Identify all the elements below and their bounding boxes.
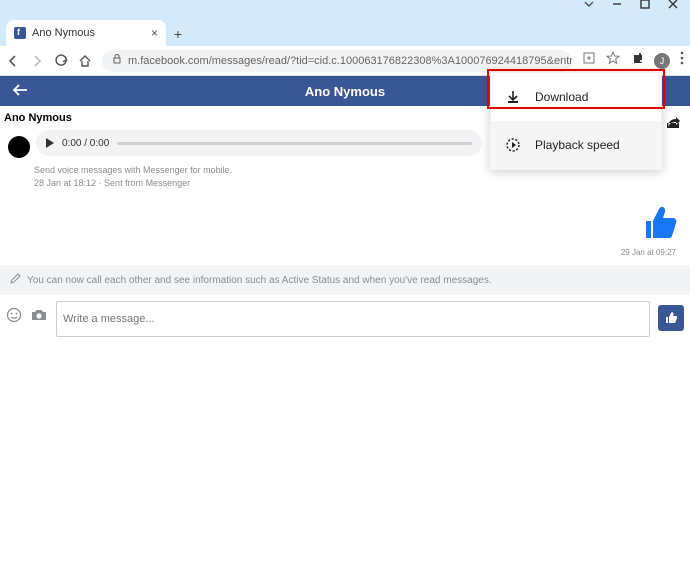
- share-install-icon[interactable]: [582, 51, 596, 70]
- menu-label: Download: [535, 90, 588, 104]
- send-like-button[interactable]: [658, 305, 684, 331]
- menu-item-download[interactable]: Download: [491, 73, 661, 121]
- close-icon[interactable]: [668, 0, 678, 9]
- like-thumb-icon[interactable]: [640, 203, 680, 248]
- share-icon[interactable]: [666, 116, 682, 135]
- camera-icon[interactable]: [30, 307, 48, 323]
- facebook-favicon-icon: [14, 27, 26, 39]
- system-info-banner: You can now call each other and see info…: [0, 265, 690, 295]
- audio-time: 0:00 / 0:00: [62, 138, 109, 149]
- speed-icon: [505, 137, 521, 153]
- maximize-icon[interactable]: [640, 0, 650, 9]
- menu-label: Playback speed: [535, 138, 620, 152]
- sender-avatar[interactable]: [8, 136, 30, 158]
- tab-title: Ano Nymous: [32, 27, 95, 39]
- tab-close-icon[interactable]: ×: [151, 26, 158, 40]
- new-tab-button[interactable]: +: [166, 26, 190, 46]
- play-icon[interactable]: [46, 138, 54, 148]
- url-text: m.facebook.com/messages/read/?tid=cid.c.…: [128, 55, 572, 67]
- meta-line-2: 28 Jan at 18:12 · Sent from Messenger: [34, 177, 690, 190]
- like-area: 29 Jan at 09:27: [0, 189, 690, 259]
- addr-right-icons: J: [582, 51, 684, 70]
- lock-icon: [112, 54, 122, 67]
- emoji-icon[interactable]: [6, 307, 22, 323]
- url-field[interactable]: m.facebook.com/messages/read/?tid=cid.c.…: [102, 50, 572, 72]
- like-timestamp: 29 Jan at 09:27: [0, 248, 680, 257]
- home-icon[interactable]: [78, 54, 92, 68]
- tab-bar: Ano Nymous × +: [0, 18, 690, 46]
- fb-back-icon[interactable]: [12, 83, 28, 100]
- fb-header-title: Ano Nymous: [305, 84, 385, 99]
- system-info-text: You can now call each other and see info…: [27, 275, 492, 286]
- message-input[interactable]: [56, 301, 650, 337]
- browser-tab[interactable]: Ano Nymous ×: [6, 20, 166, 46]
- forward-icon[interactable]: [30, 54, 44, 68]
- pencil-icon: [10, 273, 21, 287]
- profile-avatar-icon[interactable]: J: [654, 53, 670, 69]
- audio-track[interactable]: [117, 142, 472, 145]
- minimize-icon[interactable]: [612, 0, 622, 9]
- menu-item-playback-speed[interactable]: Playback speed: [491, 121, 661, 169]
- window-controls: [0, 0, 690, 18]
- kebab-menu-icon[interactable]: [680, 51, 684, 70]
- composer: [0, 295, 690, 343]
- back-icon[interactable]: [6, 54, 20, 68]
- audio-context-menu: Download Playback speed: [490, 72, 662, 170]
- chevron-down-icon[interactable]: [584, 0, 594, 9]
- star-icon[interactable]: [606, 51, 620, 70]
- extensions-icon[interactable]: [630, 51, 644, 70]
- reload-icon[interactable]: [54, 54, 68, 68]
- download-icon: [505, 89, 521, 105]
- participant-name: Ano Nymous: [4, 112, 72, 124]
- audio-player[interactable]: 0:00 / 0:00: [36, 130, 482, 156]
